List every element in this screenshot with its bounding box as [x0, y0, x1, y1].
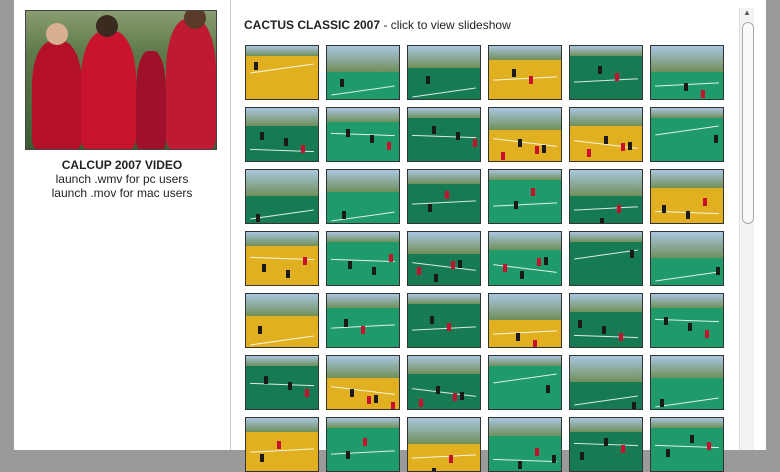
gallery-thumbnail[interactable]: [407, 169, 481, 224]
gallery-thumbnail[interactable]: [326, 169, 400, 224]
gallery-thumbnail[interactable]: [407, 417, 481, 472]
gallery-thumbnail[interactable]: [488, 169, 562, 224]
gallery-thumbnail[interactable]: [569, 231, 643, 286]
thumbnail-grid: [245, 45, 724, 472]
gallery-thumbnail[interactable]: [326, 107, 400, 162]
gallery-thumbnail[interactable]: [245, 417, 319, 472]
gallery-thumbnail[interactable]: [488, 107, 562, 162]
gallery-thumbnail[interactable]: [650, 355, 724, 410]
gallery-thumbnail[interactable]: [326, 231, 400, 286]
gallery-thumbnail[interactable]: [245, 169, 319, 224]
gallery-thumbnail[interactable]: [245, 355, 319, 410]
gallery-thumbnail[interactable]: [245, 45, 319, 100]
gallery-thumbnail[interactable]: [407, 107, 481, 162]
gallery-thumbnail[interactable]: [326, 417, 400, 472]
gallery-thumbnail[interactable]: [488, 355, 562, 410]
gallery-thumbnail[interactable]: [569, 107, 643, 162]
gallery-thumbnail[interactable]: [569, 355, 643, 410]
gallery-thumbnail[interactable]: [326, 293, 400, 348]
gallery-thumbnail[interactable]: [245, 107, 319, 162]
gallery-thumbnail[interactable]: [407, 45, 481, 100]
gallery-thumbnail[interactable]: [650, 45, 724, 100]
gallery-thumbnail[interactable]: [650, 231, 724, 286]
gallery-panel: CACTUS CLASSIC 2007 - click to view slid…: [231, 0, 739, 472]
gallery-thumbnail[interactable]: [326, 45, 400, 100]
gallery-thumbnail[interactable]: [650, 169, 724, 224]
gallery-thumbnail[interactable]: [569, 293, 643, 348]
gallery-thumbnail[interactable]: [407, 293, 481, 348]
gallery-subtitle: - click to view slideshow: [380, 18, 511, 32]
gallery-thumbnail[interactable]: [650, 107, 724, 162]
mov-link[interactable]: launch .mov for mac users: [14, 186, 230, 200]
gallery-thumbnail[interactable]: [569, 169, 643, 224]
gallery-header: CACTUS CLASSIC 2007 - click to view slid…: [244, 18, 511, 32]
gallery-title: CACTUS CLASSIC 2007: [244, 18, 381, 32]
gallery-thumbnail[interactable]: [488, 45, 562, 100]
video-title: CALCUP 2007 VIDEO: [61, 158, 183, 172]
scrollbar-thumb[interactable]: [742, 22, 754, 224]
gallery-thumbnail[interactable]: [407, 231, 481, 286]
gallery-thumbnail[interactable]: [650, 293, 724, 348]
gallery-thumbnail[interactable]: [650, 417, 724, 472]
scrollbar[interactable]: ▲: [739, 8, 754, 450]
gallery-thumbnail[interactable]: [245, 293, 319, 348]
gallery-thumbnail[interactable]: [488, 293, 562, 348]
video-caption: CALCUP 2007 VIDEO launch .wmv for pc use…: [14, 158, 230, 200]
gallery-thumbnail[interactable]: [488, 231, 562, 286]
gallery-thumbnail[interactable]: [488, 417, 562, 472]
chevron-up-icon[interactable]: ▲: [742, 8, 752, 18]
gallery-thumbnail[interactable]: [569, 45, 643, 100]
wmv-link[interactable]: launch .wmv for pc users: [14, 172, 230, 186]
gallery-thumbnail[interactable]: [569, 417, 643, 472]
gallery-thumbnail[interactable]: [326, 355, 400, 410]
gallery-thumbnail[interactable]: [245, 231, 319, 286]
video-panel: CALCUP 2007 VIDEO launch .wmv for pc use…: [14, 0, 231, 450]
video-thumbnail[interactable]: [25, 10, 217, 150]
gallery-thumbnail[interactable]: [407, 355, 481, 410]
page: CALCUP 2007 VIDEO launch .wmv for pc use…: [14, 0, 766, 472]
